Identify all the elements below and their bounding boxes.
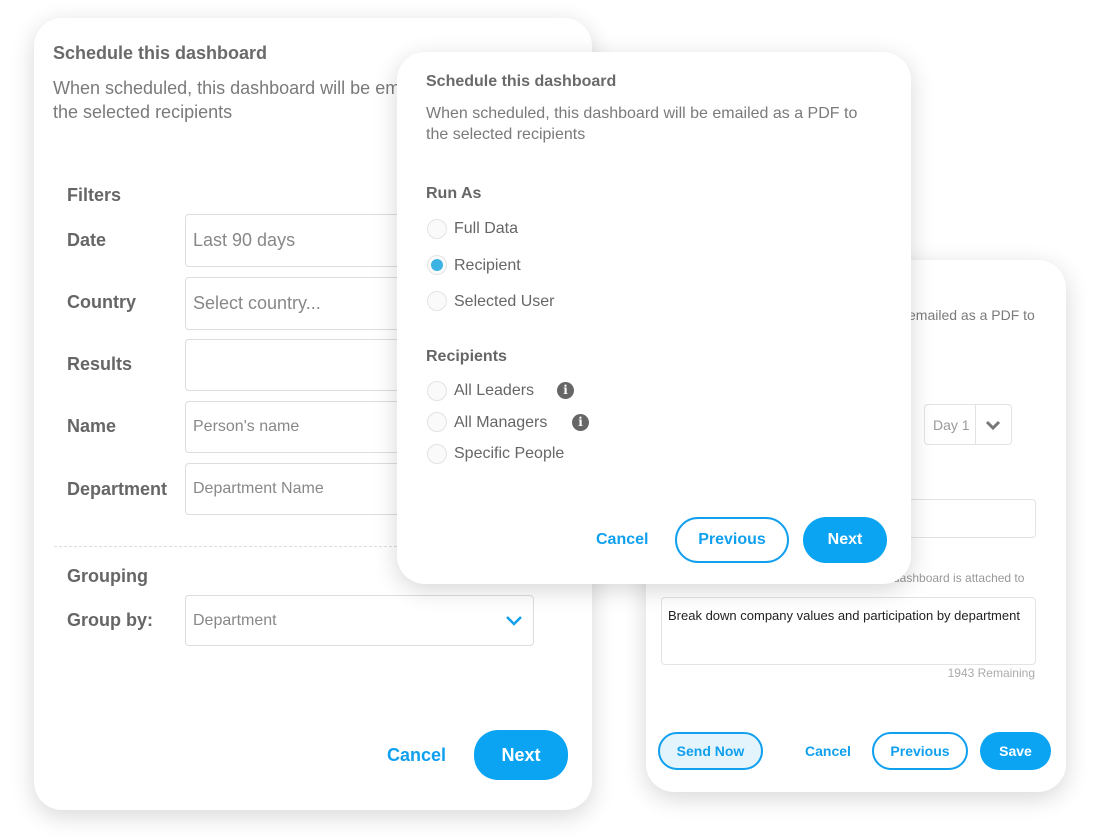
group-by-label: Group by:: [67, 610, 153, 630]
dialog-title: Schedule this dashboard: [426, 73, 617, 90]
remaining-count: 1943 Remaining: [947, 666, 1035, 680]
next-button[interactable]: Next: [474, 730, 568, 780]
message-textarea[interactable]: Break down company values and participat…: [661, 597, 1036, 665]
name-label: Name: [67, 416, 117, 436]
next-button[interactable]: Next: [803, 517, 887, 563]
radio-selected-user[interactable]: [427, 291, 447, 311]
day-select[interactable]: Day 1: [924, 404, 1012, 445]
radio-all-leaders[interactable]: [427, 381, 447, 401]
cancel-button[interactable]: Cancel: [596, 531, 648, 549]
dialog-description-2: the selected recipients: [53, 102, 233, 122]
chevron-down-icon: [506, 616, 522, 626]
run-as-dialog: Schedule this dashboard When scheduled, …: [397, 52, 911, 584]
previous-button[interactable]: Previous: [675, 517, 789, 563]
save-button[interactable]: Save: [980, 732, 1051, 770]
dialog-title: Schedule this dashboard: [53, 43, 268, 63]
filters-heading: Filters: [67, 185, 122, 205]
message-label-fragment: dashboard is attached to: [893, 571, 1025, 585]
day-select-value: Day 1: [933, 417, 970, 433]
radio-label: Selected User: [454, 293, 555, 310]
info-icon[interactable]: i: [557, 382, 574, 399]
results-label: Results: [67, 354, 133, 374]
dialog-description-2: the selected recipients: [426, 126, 586, 143]
dialog-description: When scheduled, this dashboard will be e…: [426, 105, 858, 122]
previous-button[interactable]: Previous: [872, 732, 968, 770]
radio-recipient[interactable]: [427, 255, 447, 275]
dialog-description: When scheduled, this dashboard will be e…: [53, 78, 401, 98]
radio-label: Recipient: [454, 257, 521, 274]
radio-full-data[interactable]: [427, 219, 447, 239]
group-by-value: Department: [193, 611, 277, 629]
radio-label: All Leaders: [454, 382, 535, 399]
department-label: Department: [67, 479, 168, 499]
cancel-button[interactable]: Cancel: [387, 745, 446, 766]
country-label: Country: [67, 292, 136, 312]
recipients-heading: Recipients: [426, 348, 507, 365]
date-label: Date: [67, 230, 107, 250]
grouping-heading: Grouping: [67, 566, 148, 586]
run-as-heading: Run As: [426, 185, 482, 202]
cancel-button[interactable]: Cancel: [805, 743, 851, 759]
radio-all-managers[interactable]: [427, 412, 447, 432]
radio-label: All Managers: [454, 414, 548, 431]
dialog-description-fragment: emailed as a PDF to: [908, 307, 1035, 323]
radio-label: Full Data: [454, 220, 519, 237]
chevron-down-icon: [985, 420, 1001, 431]
send-now-button[interactable]: Send Now: [658, 732, 763, 770]
radio-specific-people[interactable]: [427, 444, 447, 464]
info-icon[interactable]: i: [572, 414, 589, 431]
radio-label: Specific People: [454, 445, 565, 462]
group-by-select[interactable]: Department: [185, 595, 534, 646]
